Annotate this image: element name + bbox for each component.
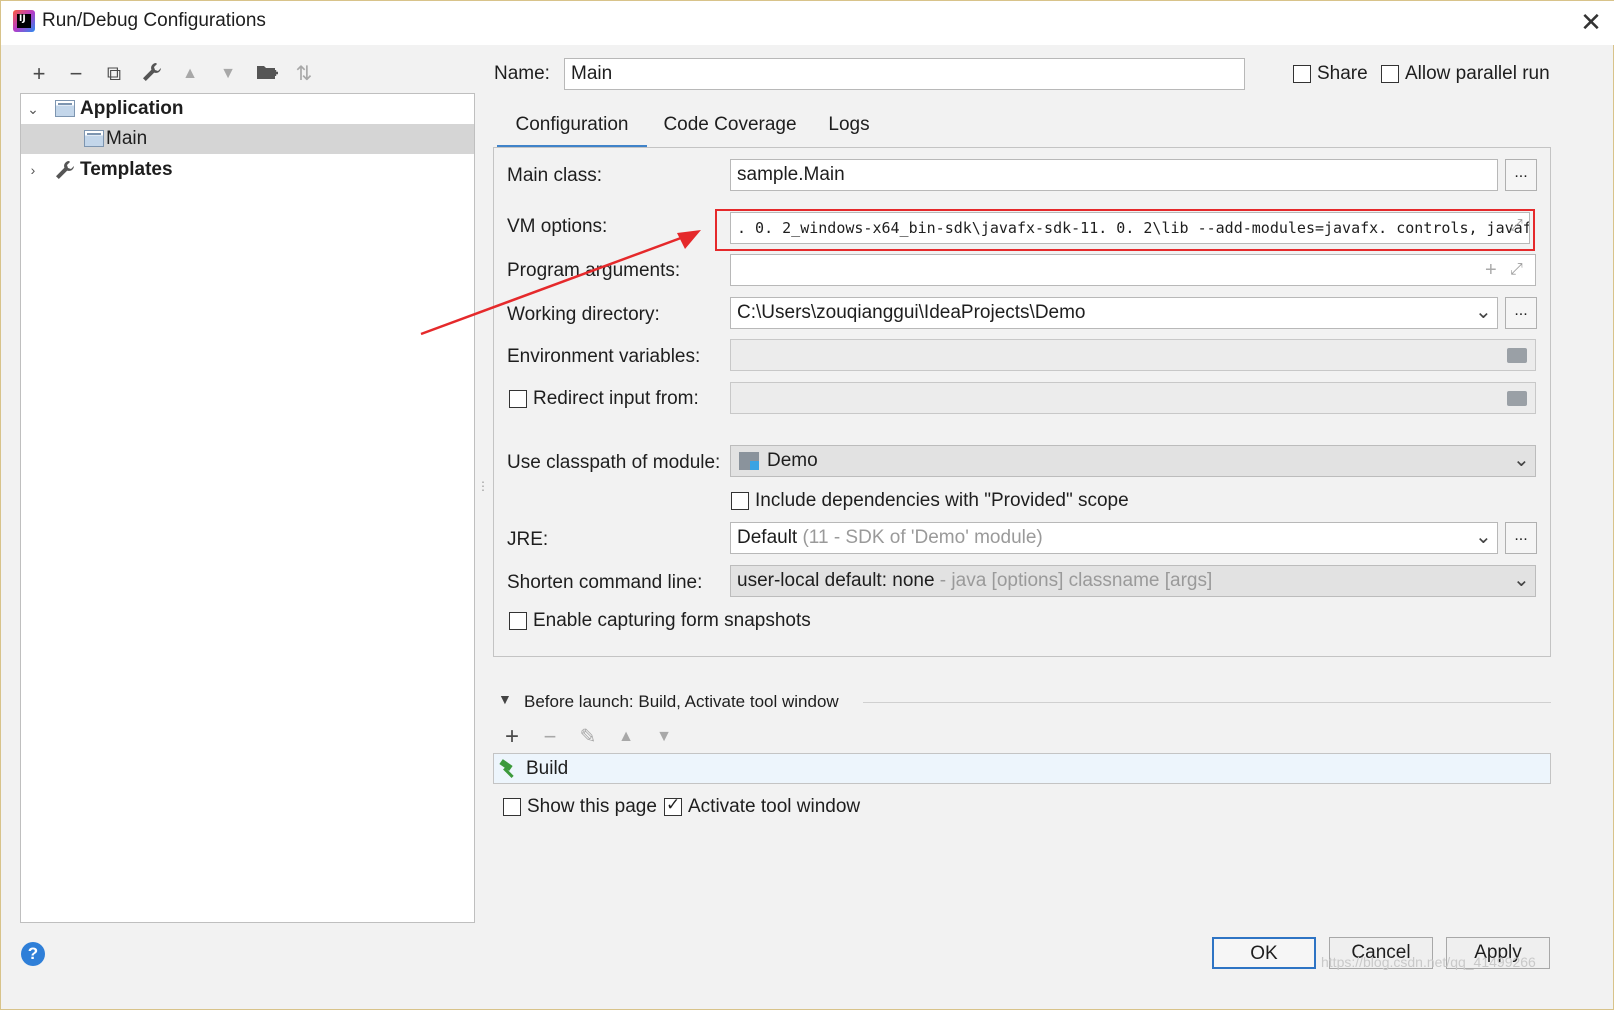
working-directory-browse-button[interactable]: ... bbox=[1505, 297, 1537, 329]
watermark: https://blog.csdn.net/qq_41499266 bbox=[1321, 954, 1536, 970]
list-item-build[interactable]: Build bbox=[526, 758, 568, 780]
chevron-down-icon[interactable]: ⌄ bbox=[1475, 524, 1492, 549]
move-down-icon[interactable]: ▼ bbox=[215, 61, 241, 87]
add-task-icon[interactable]: + bbox=[499, 724, 525, 750]
add-icon[interactable]: + bbox=[26, 61, 52, 87]
chevron-right-icon[interactable]: › bbox=[25, 160, 41, 180]
redirect-input-checkbox[interactable] bbox=[509, 390, 527, 408]
separator bbox=[863, 702, 1551, 703]
activate-tool-window-checkbox[interactable] bbox=[664, 795, 682, 816]
move-task-down-icon[interactable]: ▼ bbox=[651, 724, 677, 750]
activate-tool-window-label: Activate tool window bbox=[688, 796, 861, 817]
module-icon bbox=[739, 452, 759, 470]
expand-icon[interactable]: ⤢ bbox=[1510, 217, 1523, 235]
name-label: Name: bbox=[494, 63, 550, 84]
chevron-down-icon[interactable]: ⌄ bbox=[25, 99, 41, 119]
hammer-icon bbox=[498, 758, 520, 786]
share-checkbox[interactable] bbox=[1293, 65, 1311, 83]
enable-snapshots-label: Enable capturing form snapshots bbox=[533, 610, 811, 631]
vm-options-value: . 0. 2_windows-x64_bin-sdk\javafx-sdk-11… bbox=[737, 219, 1530, 237]
edit-task-icon[interactable]: ✎ bbox=[575, 724, 601, 750]
environment-variables-label: Environment variables: bbox=[507, 346, 701, 367]
close-icon[interactable]: ✕ bbox=[1577, 9, 1605, 37]
application-icon bbox=[55, 100, 75, 117]
jre-browse-button[interactable]: ... bbox=[1505, 522, 1537, 554]
title-bar: IJ Run/Debug Configurations ✕ bbox=[1, 1, 1614, 45]
share-label: Share bbox=[1317, 63, 1368, 84]
include-dependencies-label: Include dependencies with "Provided" sco… bbox=[755, 490, 1129, 511]
classpath-module-label: Use classpath of module: bbox=[507, 452, 721, 473]
folder-icon[interactable] bbox=[1507, 391, 1527, 406]
shorten-command-line-hint: - java [options] classname [args] bbox=[939, 570, 1213, 591]
name-input[interactable]: Main bbox=[564, 58, 1245, 90]
allow-parallel-checkbox[interactable] bbox=[1381, 65, 1399, 83]
enable-snapshots-checkbox[interactable] bbox=[509, 612, 527, 630]
vm-options-input[interactable]: . 0. 2_windows-x64_bin-sdk\javafx-sdk-11… bbox=[730, 212, 1530, 244]
main-config-icon bbox=[84, 130, 104, 147]
redirect-input-label: Redirect input from: bbox=[533, 388, 699, 409]
working-directory-input[interactable]: C:\Users\zouqianggui\IdeaProjects\Demo bbox=[730, 297, 1498, 329]
show-this-page-checkbox[interactable] bbox=[503, 798, 521, 816]
configuration-tree: ⌄ Application Main › Templates bbox=[20, 93, 475, 923]
classpath-module-select[interactable]: Demo bbox=[730, 445, 1536, 477]
jre-select[interactable]: Default (11 - SDK of 'Demo' module) bbox=[730, 522, 1498, 554]
shorten-command-line-value: user-local default: none bbox=[737, 570, 935, 591]
before-launch-header: Before launch: Build, Activate tool wind… bbox=[524, 692, 839, 711]
tree-item-main[interactable]: Main bbox=[21, 124, 474, 154]
collapse-triangle-icon[interactable]: ▼ bbox=[498, 691, 512, 707]
run-debug-dialog: IJ Run/Debug Configurations ✕ + − ⧉ ▲ ▼ … bbox=[0, 0, 1614, 1010]
annotation-arrow bbox=[420, 230, 701, 336]
tab-configuration[interactable]: Configuration bbox=[497, 109, 647, 149]
jre-hint: (11 - SDK of 'Demo' module) bbox=[802, 527, 1043, 548]
tab-code-coverage[interactable]: Code Coverage bbox=[657, 109, 803, 149]
help-icon[interactable]: ? bbox=[21, 942, 45, 966]
sort-icon[interactable]: ⇅ bbox=[291, 61, 317, 87]
shorten-command-line-label: Shorten command line: bbox=[507, 572, 703, 593]
expand-icon[interactable]: ⤢ bbox=[1510, 261, 1523, 279]
plus-icon[interactable]: + bbox=[1485, 259, 1497, 282]
working-directory-value: C:\Users\zouqianggui\IdeaProjects\Demo bbox=[737, 302, 1086, 323]
folder-icon[interactable] bbox=[1507, 348, 1527, 363]
main-class-label: Main class: bbox=[507, 165, 603, 186]
tree-item-application[interactable]: ⌄ Application bbox=[21, 94, 474, 124]
window-title: Run/Debug Configurations bbox=[42, 10, 266, 31]
wrench-icon bbox=[54, 159, 76, 187]
classpath-module-value: Demo bbox=[767, 450, 818, 471]
chevron-down-icon[interactable]: ⌄ bbox=[1475, 299, 1492, 324]
tree-item-templates-label: Templates bbox=[80, 159, 173, 180]
intellij-icon: IJ bbox=[13, 10, 35, 32]
main-class-browse-button[interactable]: ... bbox=[1505, 159, 1537, 191]
chevron-down-icon[interactable]: ⌄ bbox=[1513, 567, 1530, 592]
shorten-command-line-select[interactable]: user-local default: none - java [options… bbox=[730, 565, 1536, 597]
show-this-page-label: Show this page bbox=[527, 796, 657, 817]
move-task-up-icon[interactable]: ▲ bbox=[613, 724, 639, 750]
wrench-icon[interactable] bbox=[139, 61, 165, 87]
move-up-icon[interactable]: ▲ bbox=[177, 61, 203, 87]
tree-item-application-label: Application bbox=[80, 98, 184, 119]
app-icon-text: IJ bbox=[19, 14, 26, 24]
new-folder-icon[interactable] bbox=[254, 61, 280, 87]
redirect-input-field[interactable] bbox=[730, 382, 1536, 414]
chevron-down-icon[interactable]: ⌄ bbox=[1513, 447, 1530, 472]
splitter-handle[interactable]: ⋮ bbox=[477, 479, 489, 501]
remove-icon[interactable]: − bbox=[63, 61, 89, 87]
remove-task-icon[interactable]: − bbox=[537, 724, 563, 750]
tab-logs[interactable]: Logs bbox=[819, 109, 879, 149]
jre-value: Default bbox=[737, 527, 798, 548]
tree-item-templates[interactable]: › Templates bbox=[21, 155, 474, 185]
include-dependencies-checkbox[interactable] bbox=[731, 492, 749, 510]
before-launch-list: Build bbox=[493, 753, 1551, 784]
copy-icon[interactable]: ⧉ bbox=[101, 61, 127, 87]
environment-variables-input[interactable] bbox=[730, 339, 1536, 371]
jre-label: JRE: bbox=[507, 529, 549, 550]
main-class-input[interactable]: sample.Main bbox=[730, 159, 1498, 191]
program-arguments-input[interactable] bbox=[730, 254, 1536, 286]
ok-button[interactable]: OK bbox=[1212, 937, 1316, 969]
tree-item-main-label: Main bbox=[106, 128, 148, 149]
allow-parallel-label: Allow parallel run bbox=[1405, 63, 1550, 84]
